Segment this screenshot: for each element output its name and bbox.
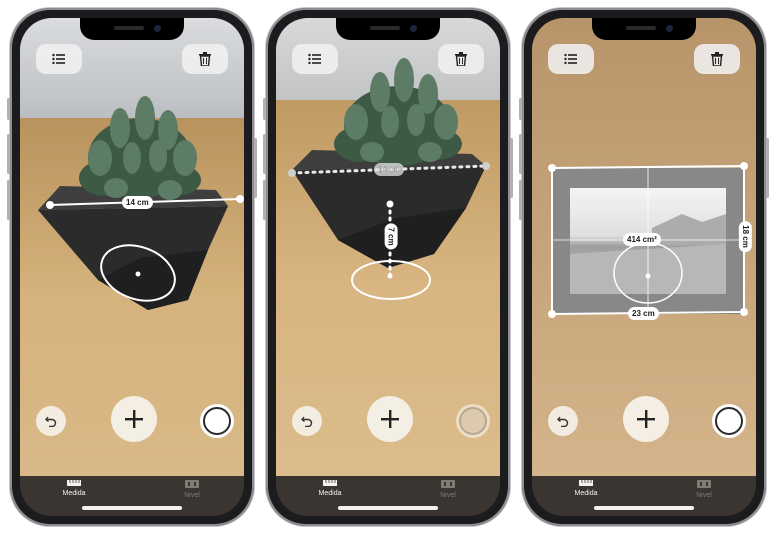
add-point-button[interactable]: [111, 396, 157, 442]
undo-button[interactable]: [548, 406, 578, 436]
reticle-dot: [645, 273, 651, 279]
notch: [336, 18, 440, 40]
trash-button[interactable]: [182, 44, 228, 74]
area-corner[interactable]: [548, 164, 556, 172]
list-button[interactable]: [36, 44, 82, 74]
tab-bar: Medida Nivel: [532, 476, 756, 516]
reticle-dot: [387, 273, 393, 279]
level-icon: [185, 480, 199, 488]
screen-2: 14 cm 7 cm Medida Nivel: [276, 18, 500, 516]
tab-measure[interactable]: Medida: [556, 480, 616, 497]
trash-button[interactable]: [438, 44, 484, 74]
ruler-icon: [579, 480, 593, 486]
trash-icon: [199, 52, 211, 66]
measure-endpoint[interactable]: [46, 201, 54, 209]
horizontal-measurement-label[interactable]: 14 cm: [374, 163, 404, 176]
level-icon: [697, 480, 711, 488]
add-point-button[interactable]: [367, 396, 413, 442]
measure-endpoint[interactable]: [482, 162, 490, 170]
trash-button[interactable]: [694, 44, 740, 74]
tab-measure-label: Medida: [62, 490, 86, 497]
reticle-dot: [135, 271, 141, 277]
tab-level[interactable]: Nivel: [418, 480, 478, 499]
home-indicator: [594, 506, 694, 510]
tab-level[interactable]: Nivel: [162, 480, 222, 499]
phone-2: 14 cm 7 cm Medida Nivel: [263, 8, 513, 526]
measure-endpoint[interactable]: [386, 200, 394, 208]
measure-endpoint[interactable]: [288, 169, 296, 177]
capture-button[interactable]: [456, 404, 490, 438]
shutter-icon: [203, 407, 231, 435]
plus-icon: [637, 410, 655, 428]
tab-bar: Medida Nivel: [276, 476, 500, 516]
phone-3: 414 cm² 18 cm 23 cm Medida Nivel: [519, 8, 769, 526]
trash-icon: [711, 52, 723, 66]
home-indicator: [82, 506, 182, 510]
list-icon: [564, 53, 577, 65]
ruler-icon: [323, 480, 337, 486]
height-label[interactable]: 18 cm: [738, 221, 752, 252]
plus-icon: [381, 410, 399, 428]
tab-level-label: Nivel: [184, 492, 200, 499]
tab-measure-label: Medida: [574, 490, 598, 497]
undo-button[interactable]: [292, 406, 322, 436]
home-indicator: [338, 506, 438, 510]
list-button[interactable]: [292, 44, 338, 74]
capture-button[interactable]: [712, 404, 746, 438]
measure-endpoint[interactable]: [236, 195, 244, 203]
add-point-button[interactable]: [623, 396, 669, 442]
list-button[interactable]: [548, 44, 594, 74]
tab-measure[interactable]: Medida: [300, 480, 360, 497]
vertical-measurement-label[interactable]: 7 cm: [384, 223, 398, 250]
tab-level-label: Nivel: [696, 492, 712, 499]
plus-icon: [125, 410, 143, 428]
notch: [80, 18, 184, 40]
list-icon: [308, 53, 321, 65]
area-corner[interactable]: [548, 310, 556, 318]
area-corner[interactable]: [740, 308, 748, 316]
measurement-label[interactable]: 14 cm: [122, 196, 153, 209]
width-label[interactable]: 23 cm: [628, 307, 659, 320]
screen-3: 414 cm² 18 cm 23 cm Medida Nivel: [532, 18, 756, 516]
tab-bar: Medida Nivel: [20, 476, 244, 516]
shutter-icon: [715, 407, 743, 435]
undo-icon: [301, 416, 313, 427]
area-corner[interactable]: [740, 162, 748, 170]
ruler-icon: [67, 480, 81, 486]
phone-1: 14 cm Medida Nivel: [7, 8, 257, 526]
notch: [592, 18, 696, 40]
tab-level[interactable]: Nivel: [674, 480, 734, 499]
undo-button[interactable]: [36, 406, 66, 436]
undo-icon: [45, 416, 57, 427]
tab-measure-label: Medida: [318, 490, 342, 497]
undo-icon: [557, 416, 569, 427]
trash-icon: [455, 52, 467, 66]
list-icon: [52, 53, 65, 65]
capture-button[interactable]: [200, 404, 234, 438]
screen-1: 14 cm Medida Nivel: [20, 18, 244, 516]
shutter-icon: [459, 407, 487, 435]
level-icon: [441, 480, 455, 488]
tab-measure[interactable]: Medida: [44, 480, 104, 497]
area-label[interactable]: 414 cm²: [623, 233, 661, 246]
tab-level-label: Nivel: [440, 492, 456, 499]
